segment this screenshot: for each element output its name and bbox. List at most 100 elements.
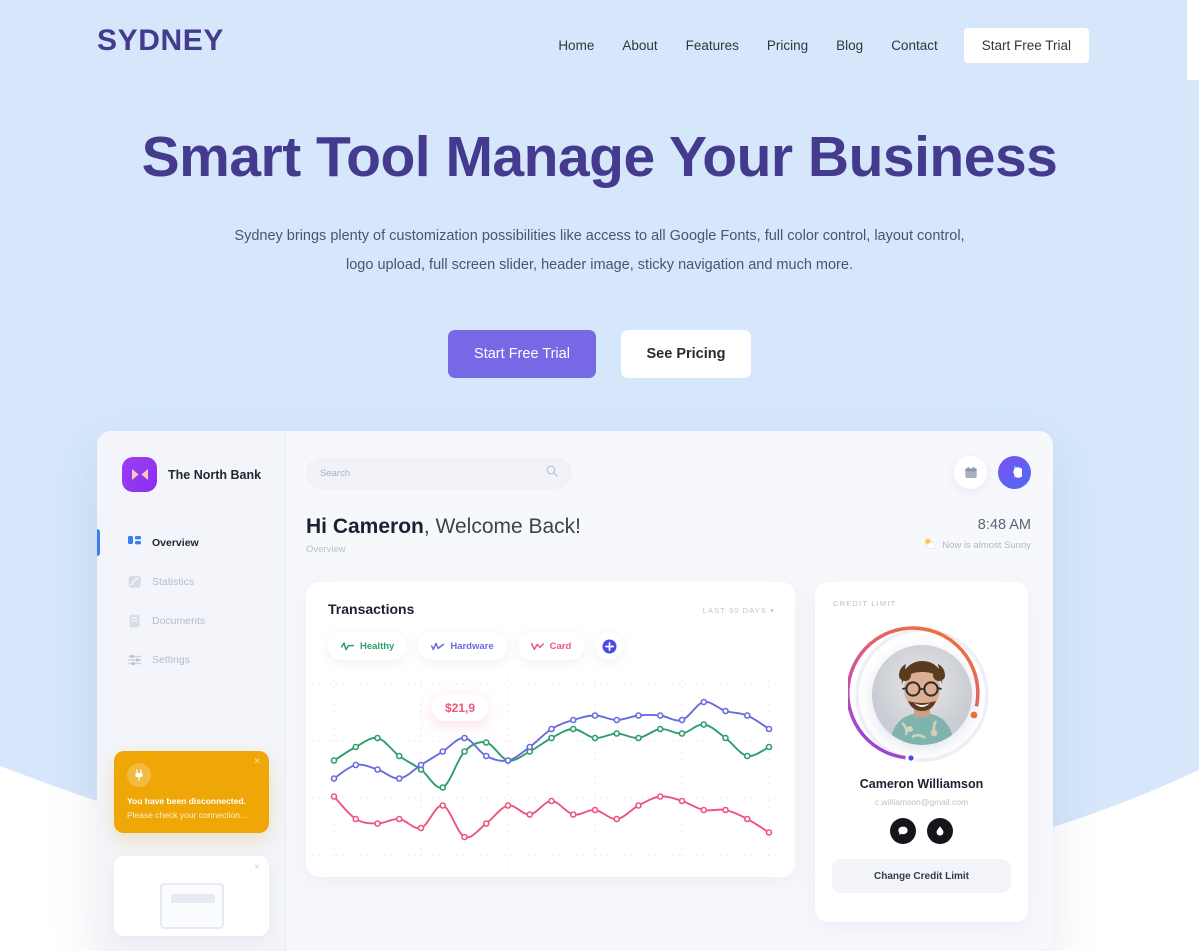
chart-point[interactable]: [635, 734, 642, 742]
chart-point[interactable]: [635, 712, 642, 719]
chart-point[interactable]: [743, 712, 751, 719]
hero-start-free-trial-button[interactable]: Start Free Trial: [448, 330, 596, 378]
chart-point[interactable]: [526, 743, 534, 751]
nav-item-features[interactable]: Features: [672, 35, 753, 57]
add-series-button[interactable]: [595, 632, 624, 660]
dashboard-brand-name: The North Bank: [168, 467, 262, 482]
chart-point[interactable]: [722, 806, 729, 814]
chart-point[interactable]: [591, 712, 599, 719]
chart-point[interactable]: [461, 734, 468, 742]
chart-point[interactable]: [352, 815, 360, 823]
chart-point[interactable]: [548, 797, 555, 805]
site-logo[interactable]: SYDNEY: [97, 24, 224, 58]
chart-point[interactable]: [613, 716, 621, 724]
chart-point[interactable]: [548, 725, 555, 733]
chart-point[interactable]: [374, 766, 381, 773]
chart-point[interactable]: [722, 734, 729, 742]
credit-limit-label: CREDIT LIMIT: [833, 599, 897, 608]
legend-chip-hardware[interactable]: Hardware: [418, 632, 507, 660]
chart-point[interactable]: [482, 739, 490, 746]
message-icon[interactable]: [890, 818, 916, 844]
header-start-free-trial-button[interactable]: Start Free Trial: [963, 28, 1089, 63]
chart-point[interactable]: [765, 829, 773, 836]
chevron-down-icon: ▾: [770, 606, 775, 615]
nav-item-blog[interactable]: Blog: [822, 35, 877, 57]
sidebar-item-documents[interactable]: Documents: [97, 601, 286, 640]
chart-point[interactable]: [439, 748, 447, 755]
chart-point[interactable]: [613, 730, 621, 737]
chart-point[interactable]: [722, 707, 729, 715]
chart-point[interactable]: [504, 757, 512, 764]
chart-point[interactable]: [374, 734, 381, 742]
nav-item-contact[interactable]: Contact: [877, 35, 952, 57]
chart-point[interactable]: [526, 811, 534, 818]
chart-point[interactable]: [678, 716, 686, 724]
nav-item-pricing[interactable]: Pricing: [753, 35, 822, 57]
hero-subtitle: Sydney brings plenty of customization po…: [0, 222, 1199, 280]
chart-point[interactable]: [548, 734, 555, 742]
dashboard-search[interactable]: [306, 457, 572, 489]
chart-point[interactable]: [678, 797, 686, 805]
chart-point[interactable]: [569, 716, 577, 724]
chart-point[interactable]: [700, 698, 708, 706]
chart-point[interactable]: [439, 802, 447, 809]
transactions-card: Transactions LAST 90 DAYS ▾ Healthy Hard…: [306, 582, 795, 877]
chart-point[interactable]: [569, 811, 577, 818]
nav-item-home[interactable]: Home: [544, 35, 608, 57]
chart-point[interactable]: [330, 757, 338, 764]
chart-point[interactable]: [656, 725, 664, 733]
sidebar-item-statistics[interactable]: Statistics: [97, 562, 286, 601]
toast-close-icon[interactable]: ×: [254, 756, 260, 767]
hero-see-pricing-button[interactable]: See Pricing: [621, 330, 751, 378]
chart-point[interactable]: [417, 824, 425, 832]
sun-cloud-icon: [923, 537, 937, 552]
nav-item-about[interactable]: About: [608, 35, 671, 57]
hero-title: Smart Tool Manage Your Business: [141, 125, 1058, 189]
promo-close-icon[interactable]: ×: [254, 862, 260, 873]
chart-point[interactable]: [461, 748, 468, 755]
sidebar-item-overview[interactable]: Overview: [97, 523, 286, 562]
chart-point[interactable]: [417, 761, 425, 769]
legend-chip-card[interactable]: Card: [517, 632, 585, 660]
chart-point[interactable]: [504, 802, 512, 809]
chart-point[interactable]: [678, 730, 686, 737]
search-input[interactable]: [320, 467, 546, 479]
transactions-chart-svg: [312, 674, 789, 869]
change-credit-limit-button[interactable]: Change Credit Limit: [832, 859, 1011, 893]
chart-point[interactable]: [765, 725, 773, 733]
chart-point[interactable]: [765, 743, 773, 751]
chart-point[interactable]: [591, 806, 599, 814]
chart-point[interactable]: [482, 820, 490, 827]
transactions-chart: [306, 670, 795, 877]
transactions-range-selector[interactable]: LAST 90 DAYS ▾: [703, 606, 775, 615]
chart-point[interactable]: [635, 802, 642, 809]
legend-chip-healthy[interactable]: Healthy: [328, 632, 408, 660]
chart-point[interactable]: [591, 734, 599, 742]
trend-line-icon: [431, 642, 445, 650]
dashboard-brand[interactable]: The North Bank: [122, 457, 261, 492]
chart-point[interactable]: [330, 793, 338, 800]
chart-point[interactable]: [656, 712, 664, 719]
chart-point[interactable]: [352, 743, 360, 751]
chart-point[interactable]: [352, 761, 360, 769]
chart-point[interactable]: [461, 833, 468, 841]
chart-point[interactable]: [700, 721, 708, 728]
chart-point[interactable]: [656, 793, 664, 800]
chart-point[interactable]: [613, 815, 621, 823]
chart-point[interactable]: [395, 775, 403, 782]
chart-point[interactable]: [439, 784, 447, 791]
image-placeholder-icon: [160, 883, 224, 929]
chart-point[interactable]: [700, 806, 708, 814]
chart-point[interactable]: [743, 752, 751, 760]
chart-point[interactable]: [330, 775, 338, 782]
share-icon[interactable]: [927, 818, 953, 844]
chart-point[interactable]: [395, 815, 403, 823]
analytics-icon[interactable]: [998, 456, 1031, 489]
chart-point[interactable]: [569, 725, 577, 733]
chart-point[interactable]: [395, 752, 403, 760]
sidebar-item-settings[interactable]: Settings: [97, 640, 286, 679]
chart-point[interactable]: [374, 820, 381, 827]
calendar-icon[interactable]: [954, 456, 987, 489]
chart-point[interactable]: [482, 752, 490, 760]
chart-point[interactable]: [743, 815, 751, 823]
